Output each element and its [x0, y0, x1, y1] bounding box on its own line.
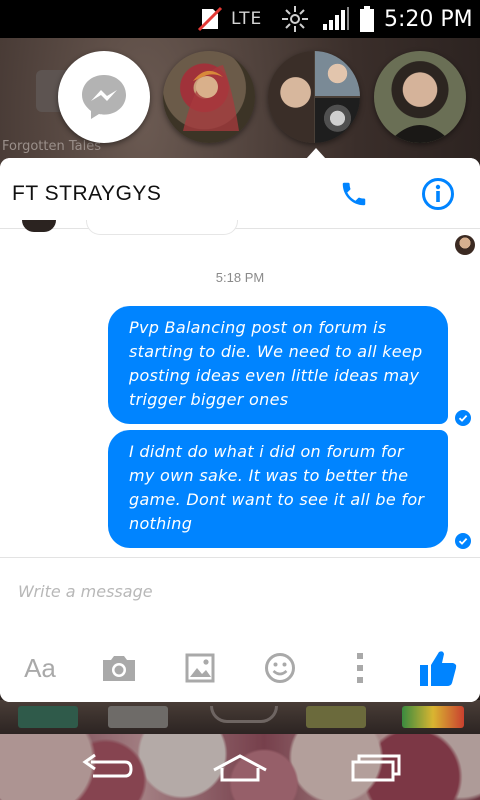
previous-message-avatar	[22, 220, 56, 232]
chat-head-group[interactable]	[268, 51, 360, 143]
delivered-check-icon	[455, 410, 471, 426]
dock-app-icon[interactable]	[402, 706, 464, 728]
brightness-icon	[280, 0, 310, 38]
status-bar: LTE 5:20 PM	[0, 0, 480, 38]
sticker-button[interactable]	[258, 646, 302, 690]
recent-apps-button[interactable]	[343, 748, 407, 788]
messenger-bolt-icon	[82, 75, 126, 119]
group-avatar-bottom-right	[315, 98, 360, 143]
more-options-button[interactable]	[338, 646, 382, 690]
message-bubble-outgoing[interactable]: Pvp Balancing post on forum is starting …	[108, 306, 448, 424]
chat-head-1[interactable]	[163, 51, 255, 143]
battery-icon	[359, 0, 375, 38]
thread-title: FT STRAYGYS	[12, 182, 162, 205]
more-vertical-icon	[357, 653, 363, 683]
thumbs-up-icon	[420, 651, 457, 686]
smiley-icon	[265, 653, 295, 683]
info-button[interactable]	[418, 174, 458, 214]
camera-button[interactable]	[97, 646, 141, 690]
signal-icon	[322, 0, 350, 38]
call-button[interactable]	[334, 174, 374, 214]
composer: Aa	[0, 557, 480, 702]
gallery-button[interactable]	[178, 646, 222, 690]
dock-app-icon[interactable]	[108, 706, 168, 728]
no-sim-icon	[197, 0, 223, 38]
dock-app-drawer-icon[interactable]	[210, 706, 278, 723]
group-avatar-left	[268, 51, 314, 143]
seen-by-avatar	[455, 235, 475, 255]
back-button[interactable]	[75, 748, 139, 788]
dock-app-icon[interactable]	[18, 706, 78, 728]
network-type-label: LTE	[231, 9, 263, 29]
dock-app-icon[interactable]	[306, 706, 366, 728]
recent-apps-icon	[351, 754, 401, 782]
message-timestamp: 5:18 PM	[215, 270, 265, 285]
previous-message-bubble[interactable]	[86, 220, 238, 235]
text-style-button[interactable]: Aa	[18, 646, 62, 690]
message-input[interactable]	[18, 582, 458, 601]
image-icon	[185, 653, 215, 683]
home-button[interactable]	[208, 748, 272, 788]
delivered-check-icon	[455, 533, 471, 549]
info-icon	[422, 178, 454, 210]
contact-avatar	[183, 65, 239, 131]
chat-window: FT STRAYGYS 5:18 PM Pvp Balancing post o…	[0, 158, 480, 702]
group-avatar-top-right	[315, 51, 360, 96]
contact-avatar	[388, 125, 452, 143]
background-app-label: Forgotten Tales	[2, 139, 101, 154]
chat-head-3[interactable]	[374, 51, 466, 143]
messenger-chat-head[interactable]	[58, 51, 150, 143]
like-button[interactable]	[416, 646, 460, 690]
home-icon	[213, 754, 267, 782]
clock: 5:20 PM	[384, 6, 473, 32]
camera-icon	[103, 656, 135, 681]
message-bubble-outgoing[interactable]: I didnt do what i did on forum for my ow…	[108, 430, 448, 548]
phone-icon	[342, 182, 366, 206]
thread-header: FT STRAYGYS	[0, 158, 480, 229]
back-icon	[82, 753, 133, 778]
